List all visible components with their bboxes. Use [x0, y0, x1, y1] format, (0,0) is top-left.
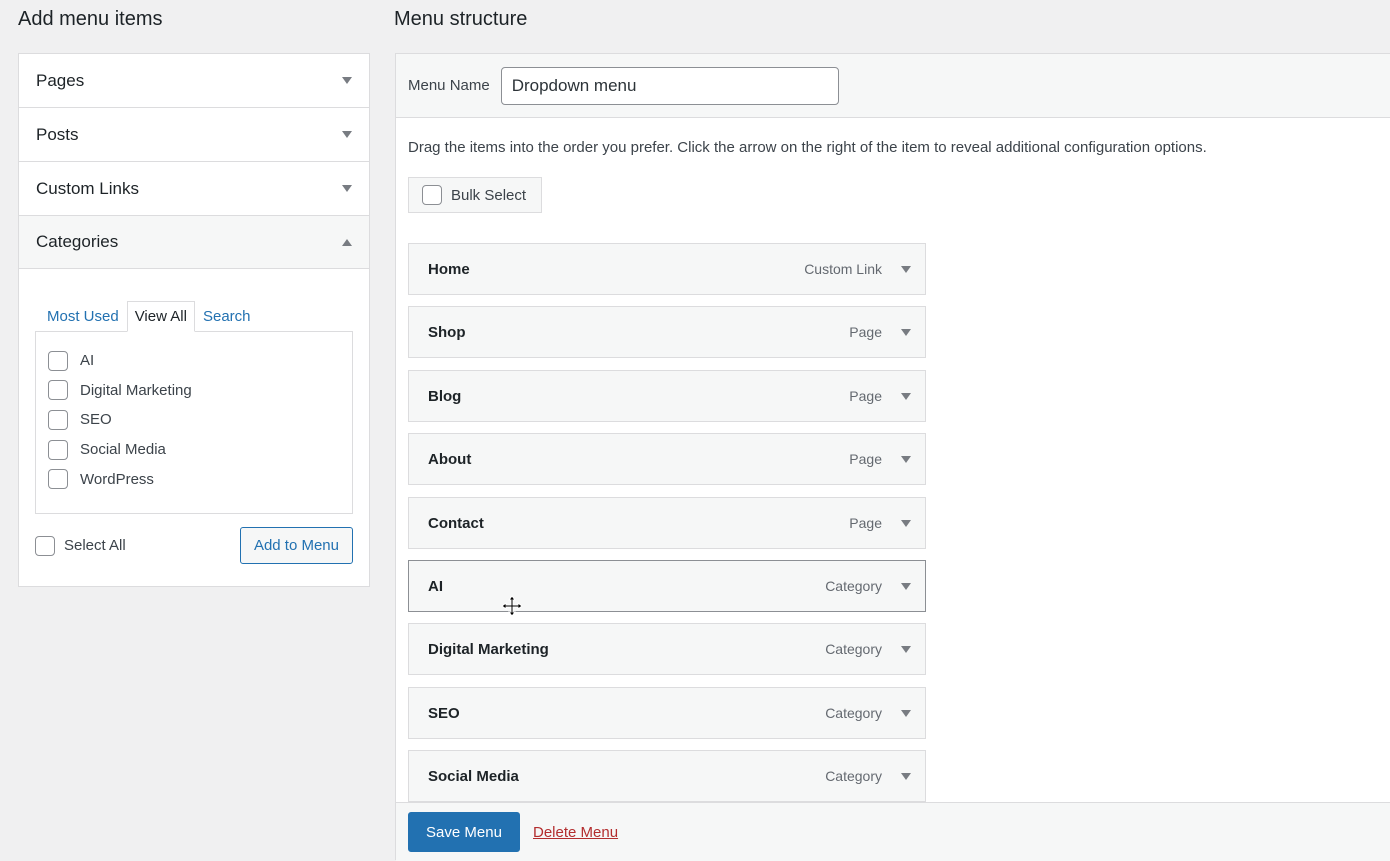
menu-item-shop[interactable]: Shop Page: [408, 306, 926, 358]
menu-item-type: Page: [849, 324, 882, 340]
bulk-select-checkbox[interactable]: [422, 185, 442, 205]
menu-item-contact[interactable]: Contact Page: [408, 497, 926, 549]
expand-arrow-icon[interactable]: [901, 455, 911, 463]
menu-item-title: Home: [428, 260, 470, 278]
expand-arrow-icon[interactable]: [901, 265, 911, 273]
category-checkbox[interactable]: [48, 439, 68, 460]
menu-item-type: Page: [849, 388, 882, 404]
accordion-section-custom-links: Custom Links: [19, 162, 369, 216]
accordion-label-pages: Pages: [36, 70, 85, 90]
accordion-label-posts: Posts: [36, 124, 79, 144]
tab-search[interactable]: Search: [195, 301, 259, 332]
menu-item-social-media[interactable]: Social Media Category: [408, 750, 926, 802]
categories-footer: Select All Add to Menu: [35, 527, 353, 564]
menu-item-title: Digital Marketing: [428, 640, 549, 658]
menu-item-type: Category: [825, 768, 882, 784]
expand-arrow-icon[interactable]: [901, 582, 911, 590]
menu-item-blog[interactable]: Blog Page: [408, 370, 926, 422]
caret-down-icon: [342, 131, 352, 138]
add-menu-items-accordion: Pages Posts Custom Links Categories Most…: [18, 53, 370, 587]
category-checkbox[interactable]: [48, 409, 68, 430]
caret-down-icon: [342, 77, 352, 84]
save-menu-button[interactable]: Save Menu: [408, 812, 520, 852]
bulk-select-label: Bulk Select: [451, 186, 527, 204]
menu-item-type: Page: [849, 451, 882, 467]
category-label: WordPress: [80, 470, 154, 488]
menu-item-type: Category: [825, 705, 882, 721]
accordion-header-custom-links[interactable]: Custom Links: [19, 162, 369, 215]
expand-arrow-icon[interactable]: [901, 328, 911, 336]
menu-structure-title: Menu structure: [394, 8, 528, 30]
menu-structure-panel: Menu Name Drag the items into the order …: [395, 53, 1390, 861]
expand-arrow-icon[interactable]: [901, 519, 911, 527]
categories-checklist: AI Digital Marketing SEO Social Media Wo…: [35, 331, 353, 514]
menu-footer: Save Menu Delete Menu: [396, 802, 1390, 861]
expand-arrow-icon[interactable]: [901, 709, 911, 717]
menu-item-type: Category: [825, 641, 882, 657]
category-label: AI: [80, 352, 95, 370]
accordion-label-categories: Categories: [36, 232, 119, 251]
menu-item-title: Shop: [428, 323, 466, 341]
category-item: WordPress: [48, 464, 340, 494]
caret-up-icon: [342, 238, 352, 246]
expand-arrow-icon[interactable]: [901, 772, 911, 780]
category-item: Digital Marketing: [48, 376, 340, 406]
categories-tabs: Most Used View All Search: [35, 301, 353, 332]
menu-item-title: Social Media: [428, 767, 519, 785]
add-menu-items-title: Add menu items: [18, 8, 163, 30]
category-checkbox[interactable]: [48, 380, 68, 401]
expand-arrow-icon[interactable]: [901, 392, 911, 400]
menu-item-type: Page: [849, 515, 882, 531]
accordion-section-pages: Pages: [19, 54, 369, 108]
category-item: SEO: [48, 405, 340, 435]
menu-item-title: Contact: [428, 514, 484, 532]
menu-item-home[interactable]: Home Custom Link: [408, 243, 926, 295]
categories-panel: Most Used View All Search AI Digital Mar…: [19, 269, 369, 586]
category-checkbox[interactable]: [48, 350, 68, 371]
menu-item-ai[interactable]: AI Category: [408, 560, 926, 612]
add-to-menu-button[interactable]: Add to Menu: [239, 527, 353, 564]
menu-name-input[interactable]: [500, 66, 839, 105]
drag-instructions: Drag the items into the order you prefer…: [408, 139, 1207, 156]
accordion-label-custom-links: Custom Links: [36, 178, 139, 198]
menu-header: Menu Name: [396, 54, 1390, 118]
menu-item-title: About: [428, 450, 472, 468]
bulk-select-button[interactable]: Bulk Select: [408, 177, 542, 213]
menu-name-label: Menu Name: [408, 77, 490, 94]
tab-view-all[interactable]: View All: [126, 301, 195, 332]
tab-most-used[interactable]: Most Used: [39, 301, 127, 332]
category-label: Digital Marketing: [80, 381, 192, 399]
move-cursor-icon: [501, 595, 523, 617]
expand-arrow-icon[interactable]: [901, 645, 911, 653]
category-checkbox[interactable]: [48, 469, 68, 490]
accordion-section-categories: Categories Most Used View All Search AI …: [19, 216, 369, 586]
menu-item-type: Category: [825, 578, 882, 594]
category-item: Social Media: [48, 435, 340, 465]
select-all-checkbox[interactable]: [35, 535, 55, 556]
select-all-label: Select All: [64, 537, 126, 554]
menu-item-digital-marketing[interactable]: Digital Marketing Category: [408, 623, 926, 675]
category-label: Social Media: [80, 441, 166, 459]
accordion-section-posts: Posts: [19, 108, 369, 162]
menu-item-about[interactable]: About Page: [408, 433, 926, 485]
caret-down-icon: [342, 185, 352, 192]
menu-item-seo[interactable]: SEO Category: [408, 687, 926, 739]
select-all[interactable]: Select All: [35, 535, 126, 556]
accordion-header-posts[interactable]: Posts: [19, 108, 369, 161]
menu-item-title: SEO: [428, 704, 460, 722]
delete-menu-link[interactable]: Delete Menu: [533, 824, 618, 841]
accordion-header-categories[interactable]: Categories: [19, 216, 369, 269]
menu-item-title: AI: [428, 577, 443, 595]
category-item: AI: [48, 346, 340, 376]
menu-item-type: Custom Link: [804, 261, 882, 277]
menu-item-title: Blog: [428, 387, 462, 405]
category-label: SEO: [80, 411, 112, 429]
accordion-header-pages[interactable]: Pages: [19, 54, 369, 107]
